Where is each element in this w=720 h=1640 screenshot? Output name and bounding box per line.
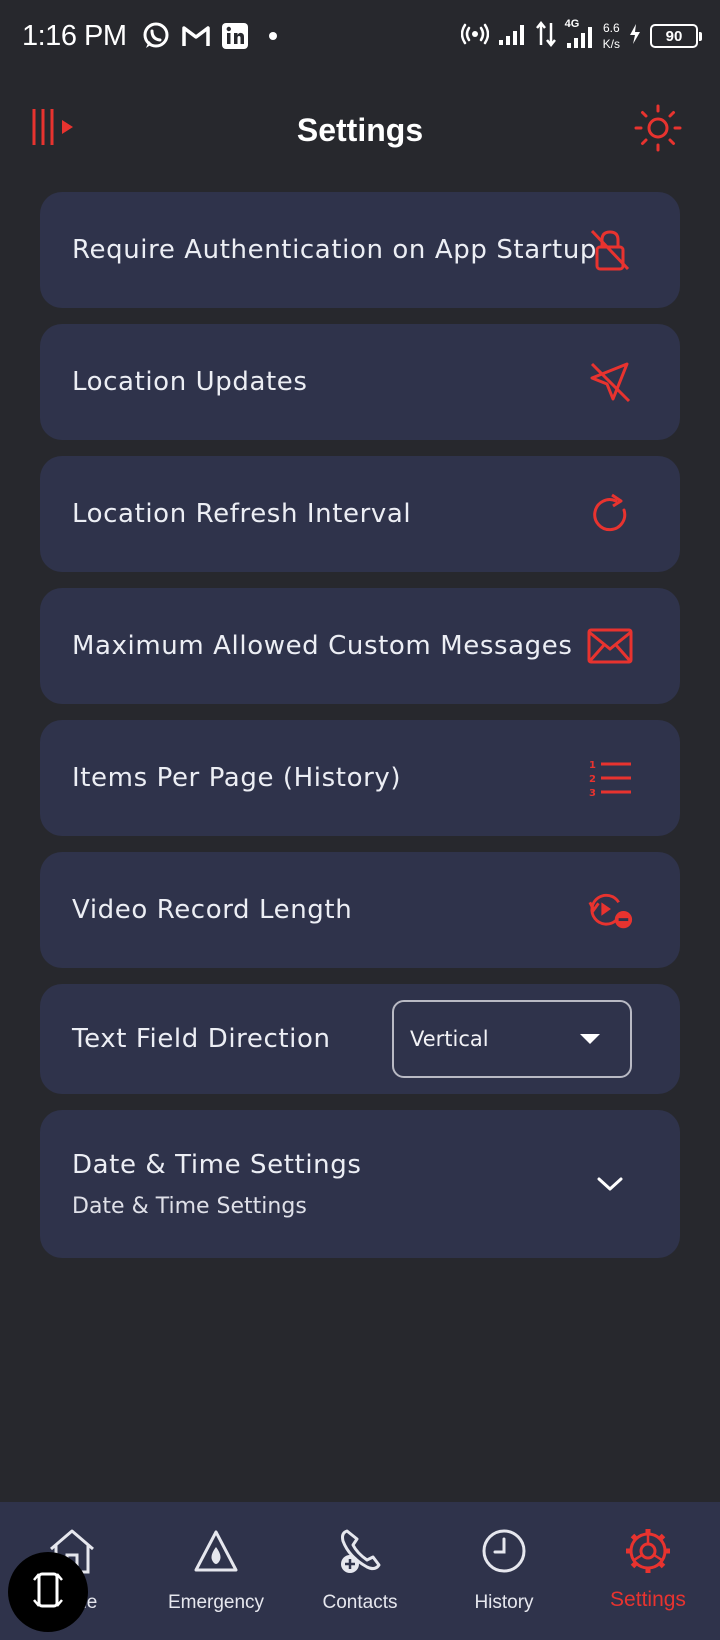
lock-off-icon	[586, 226, 634, 274]
nav-label: History	[474, 1592, 534, 1613]
nav-settings[interactable]: Settings	[576, 1502, 720, 1640]
rotate-screen-button[interactable]	[8, 1552, 88, 1632]
setting-label: Require Authentication on App Startup	[72, 235, 598, 265]
app-header: Settings	[0, 92, 720, 168]
more-notifications-icon	[268, 32, 277, 40]
setting-location-updates[interactable]: Location Updates	[40, 324, 680, 440]
refresh-icon	[586, 490, 634, 538]
add-contact-icon	[335, 1526, 385, 1576]
battery-level: 90	[665, 27, 683, 45]
nav-label: Settings	[610, 1588, 686, 1611]
status-bar: 1:16 PM 4G 6.6 K/s 90	[0, 0, 720, 72]
gmail-icon	[181, 24, 211, 48]
setting-date-time-expander[interactable]: Date & Time Settings Date & Time Setting…	[40, 1110, 680, 1258]
expander-subtitle: Date & Time Settings	[72, 1193, 307, 1219]
screen-rotation-icon	[31, 1570, 65, 1614]
chevron-down-icon	[586, 1160, 634, 1208]
battery-indicator: 90	[650, 24, 702, 48]
setting-label: Text Field Direction	[72, 1024, 331, 1054]
nav-label: Emergency	[167, 1592, 265, 1613]
text-direction-select[interactable]: Vertical	[392, 1000, 632, 1078]
replay-remove-icon	[586, 886, 634, 934]
expander-title: Date & Time Settings	[72, 1149, 362, 1180]
notification-icons	[141, 21, 277, 51]
setting-video-record-length[interactable]: Video Record Length	[40, 852, 680, 968]
gear-icon	[623, 1526, 673, 1576]
bottom-navigation: Home Emergency Contacts History	[0, 1502, 720, 1640]
setting-label: Location Refresh Interval	[72, 499, 412, 529]
drawer-menu-button[interactable]	[30, 106, 80, 152]
setting-label: Location Updates	[72, 367, 308, 397]
network-speed: 6.6 K/s	[603, 20, 620, 52]
setting-label: Video Record Length	[72, 895, 353, 925]
settings-list: Require Authentication on App Startup Lo…	[40, 192, 680, 1274]
setting-require-authentication[interactable]: Require Authentication on App Startup	[40, 192, 680, 308]
signal-4g-icon: 4G	[565, 18, 595, 50]
status-time: 1:16 PM	[22, 19, 127, 52]
nav-label: Contacts	[322, 1592, 398, 1613]
emergency-icon	[191, 1526, 241, 1576]
theme-toggle-button[interactable]	[634, 104, 682, 152]
setting-max-custom-messages[interactable]: Maximum Allowed Custom Messages	[40, 588, 680, 704]
setting-label: Maximum Allowed Custom Messages	[72, 631, 573, 661]
nav-history[interactable]: History	[432, 1502, 576, 1640]
system-icons: 4G 6.6 K/s 90	[460, 18, 702, 52]
setting-label: Items Per Page (History)	[72, 763, 402, 793]
hotspot-icon	[460, 22, 489, 51]
setting-location-refresh-interval[interactable]: Location Refresh Interval	[40, 456, 680, 572]
navigation-off-icon	[586, 358, 634, 406]
select-value: Vertical	[410, 1027, 489, 1051]
clock-icon	[479, 1526, 529, 1576]
svg-text:2: 2	[589, 774, 596, 785]
drawer-open-icon	[30, 107, 76, 151]
linkedin-icon	[221, 22, 249, 50]
nav-emergency[interactable]: Emergency	[144, 1502, 288, 1640]
signal-icon	[497, 22, 527, 51]
svg-text:3: 3	[589, 788, 596, 798]
mail-icon	[586, 622, 634, 670]
setting-text-field-direction: Text Field Direction Vertical	[40, 984, 680, 1094]
setting-items-per-page[interactable]: Items Per Page (History) 1 2 3	[40, 720, 680, 836]
numbered-list-icon: 1 2 3	[586, 754, 634, 802]
charging-icon	[628, 23, 642, 50]
data-transfer-icon	[535, 20, 557, 52]
sun-icon	[634, 104, 682, 156]
network-speed-value: 6.6	[602, 21, 620, 35]
page-title: Settings	[296, 111, 424, 148]
network-speed-unit: K/s	[602, 37, 620, 51]
whatsapp-icon	[141, 21, 171, 51]
dropdown-arrow-icon	[580, 1034, 600, 1044]
svg-text:1: 1	[589, 760, 596, 771]
nav-contacts[interactable]: Contacts	[288, 1502, 432, 1640]
